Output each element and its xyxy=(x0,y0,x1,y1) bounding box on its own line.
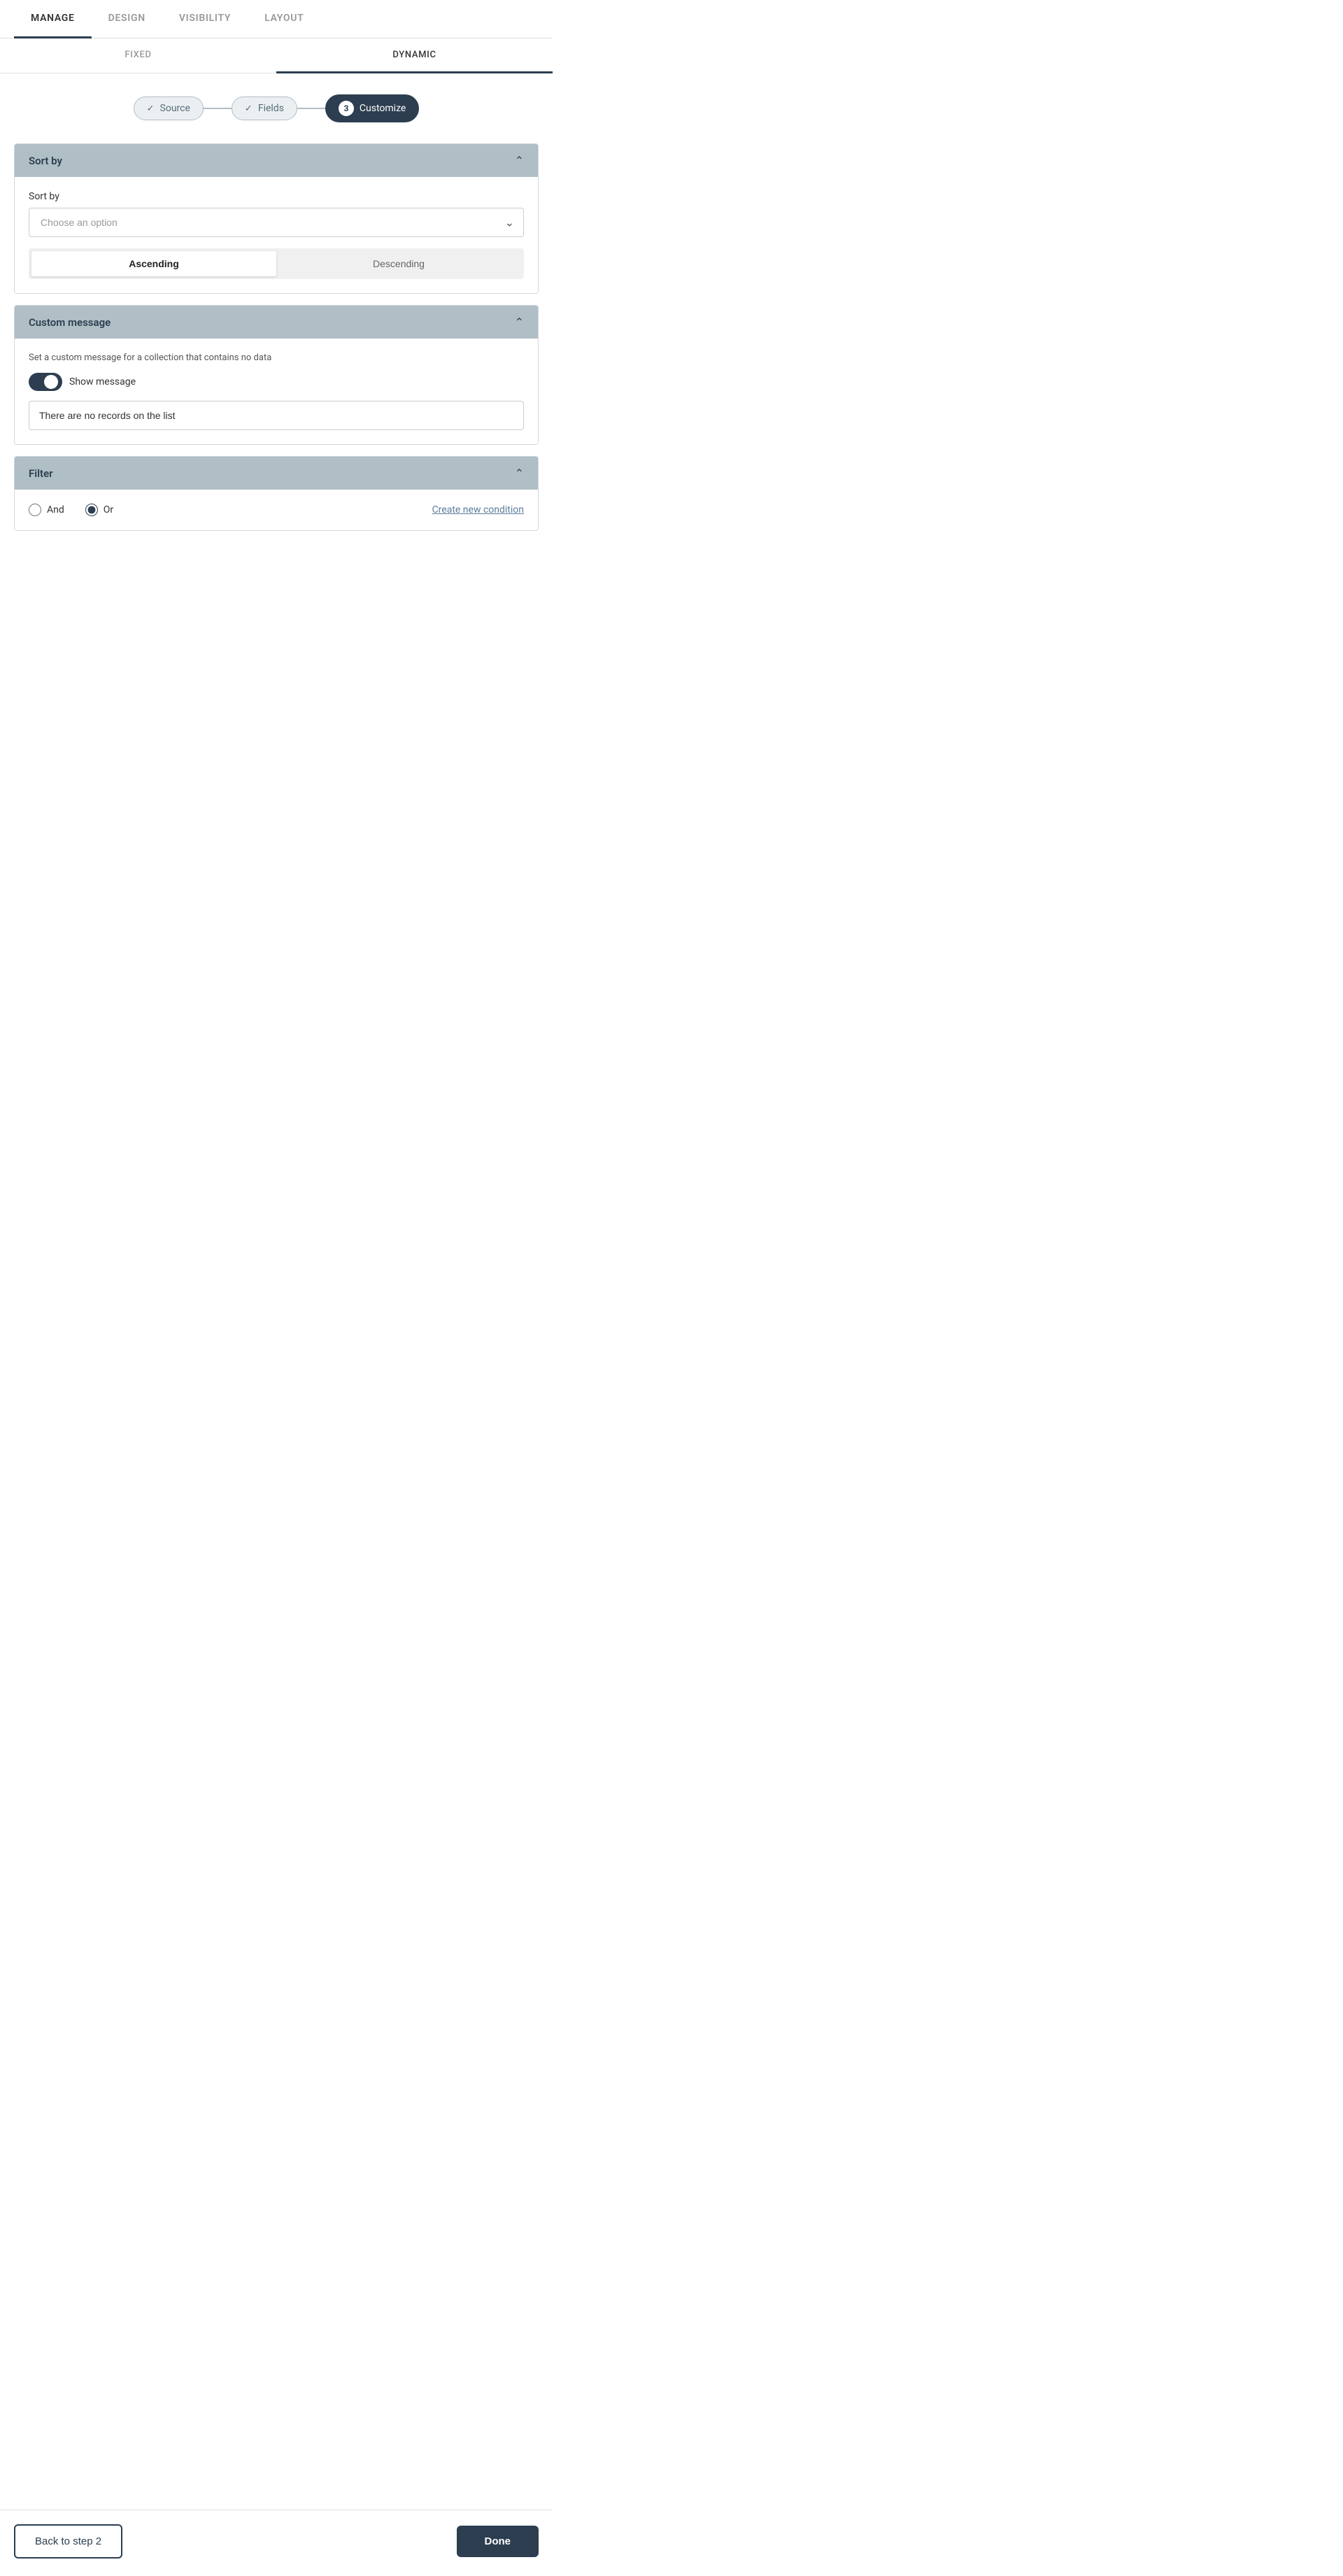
filter-section: Filter ⌃ And Or Create new condition xyxy=(14,456,539,531)
sort-by-label: Sort by xyxy=(29,191,524,202)
custom-message-description: Set a custom message for a collection th… xyxy=(29,353,524,363)
sort-by-select-wrapper: Choose an option ⌄ xyxy=(29,208,524,237)
step-source[interactable]: ✓ Source xyxy=(134,97,204,120)
custom-message-chevron-icon: ⌃ xyxy=(515,315,524,329)
custom-message-header[interactable]: Custom message ⌃ xyxy=(15,306,538,339)
back-button[interactable]: Back to step 2 xyxy=(14,2524,122,2559)
or-radio[interactable] xyxy=(85,504,98,516)
sort-by-select[interactable]: Choose an option xyxy=(29,208,524,237)
or-radio-group: Or xyxy=(85,504,113,516)
filter-title: Filter xyxy=(29,467,53,480)
sort-by-chevron-icon: ⌃ xyxy=(515,154,524,167)
create-condition-link[interactable]: Create new condition xyxy=(432,504,524,515)
sort-by-section: Sort by ⌃ Sort by Choose an option ⌄ Asc… xyxy=(14,143,539,294)
step-customize-number: 3 xyxy=(339,101,354,116)
done-button[interactable]: Done xyxy=(457,2526,539,2557)
sort-order-buttons: Ascending Descending xyxy=(29,248,524,279)
step-connector-2 xyxy=(297,108,325,109)
show-message-toggle[interactable] xyxy=(29,373,62,391)
show-message-label: Show message xyxy=(69,376,136,387)
step-customize[interactable]: 3 Customize xyxy=(325,94,419,122)
step-source-label: Source xyxy=(160,103,190,114)
nav-layout[interactable]: LAYOUT xyxy=(248,0,320,38)
step-customize-label: Customize xyxy=(360,103,406,114)
sub-tabs: FIXED DYNAMIC xyxy=(0,38,553,73)
message-input[interactable] xyxy=(29,401,524,430)
sort-by-body: Sort by Choose an option ⌄ Ascending Des… xyxy=(15,177,538,293)
filter-chevron-icon: ⌃ xyxy=(515,467,524,480)
nav-design[interactable]: DESIGN xyxy=(92,0,162,38)
steps-container: ✓ Source ✓ Fields 3 Customize xyxy=(0,73,553,143)
and-label[interactable]: And xyxy=(47,504,64,515)
sort-by-header[interactable]: Sort by ⌃ xyxy=(15,144,538,177)
custom-message-title: Custom message xyxy=(29,316,111,329)
nav-manage[interactable]: MANAGE xyxy=(14,0,92,38)
tab-dynamic[interactable]: DYNAMIC xyxy=(276,38,553,73)
filter-header[interactable]: Filter ⌃ xyxy=(15,457,538,490)
and-radio[interactable] xyxy=(29,504,41,516)
step-fields-check: ✓ xyxy=(245,104,253,114)
toggle-slider xyxy=(29,373,62,391)
step-fields[interactable]: ✓ Fields xyxy=(232,97,297,120)
custom-message-section: Custom message ⌃ Set a custom message fo… xyxy=(14,305,539,445)
step-source-check: ✓ xyxy=(147,104,155,114)
step-connector-1 xyxy=(204,108,232,109)
tab-fixed[interactable]: FIXED xyxy=(0,38,276,73)
or-label[interactable]: Or xyxy=(104,504,113,515)
sort-by-title: Sort by xyxy=(29,155,62,167)
and-radio-group: And xyxy=(29,504,64,516)
step-fields-label: Fields xyxy=(258,103,284,114)
custom-message-body: Set a custom message for a collection th… xyxy=(15,339,538,444)
ascending-button[interactable]: Ascending xyxy=(31,251,276,276)
nav-visibility[interactable]: VISIBILITY xyxy=(162,0,248,38)
spacer xyxy=(0,542,553,2482)
bottom-bar: Back to step 2 Done xyxy=(0,2510,553,2573)
descending-button[interactable]: Descending xyxy=(276,251,521,276)
show-message-toggle-row: Show message xyxy=(29,373,524,391)
top-nav: MANAGE DESIGN VISIBILITY LAYOUT xyxy=(0,0,553,38)
filter-body: And Or Create new condition xyxy=(15,490,538,530)
